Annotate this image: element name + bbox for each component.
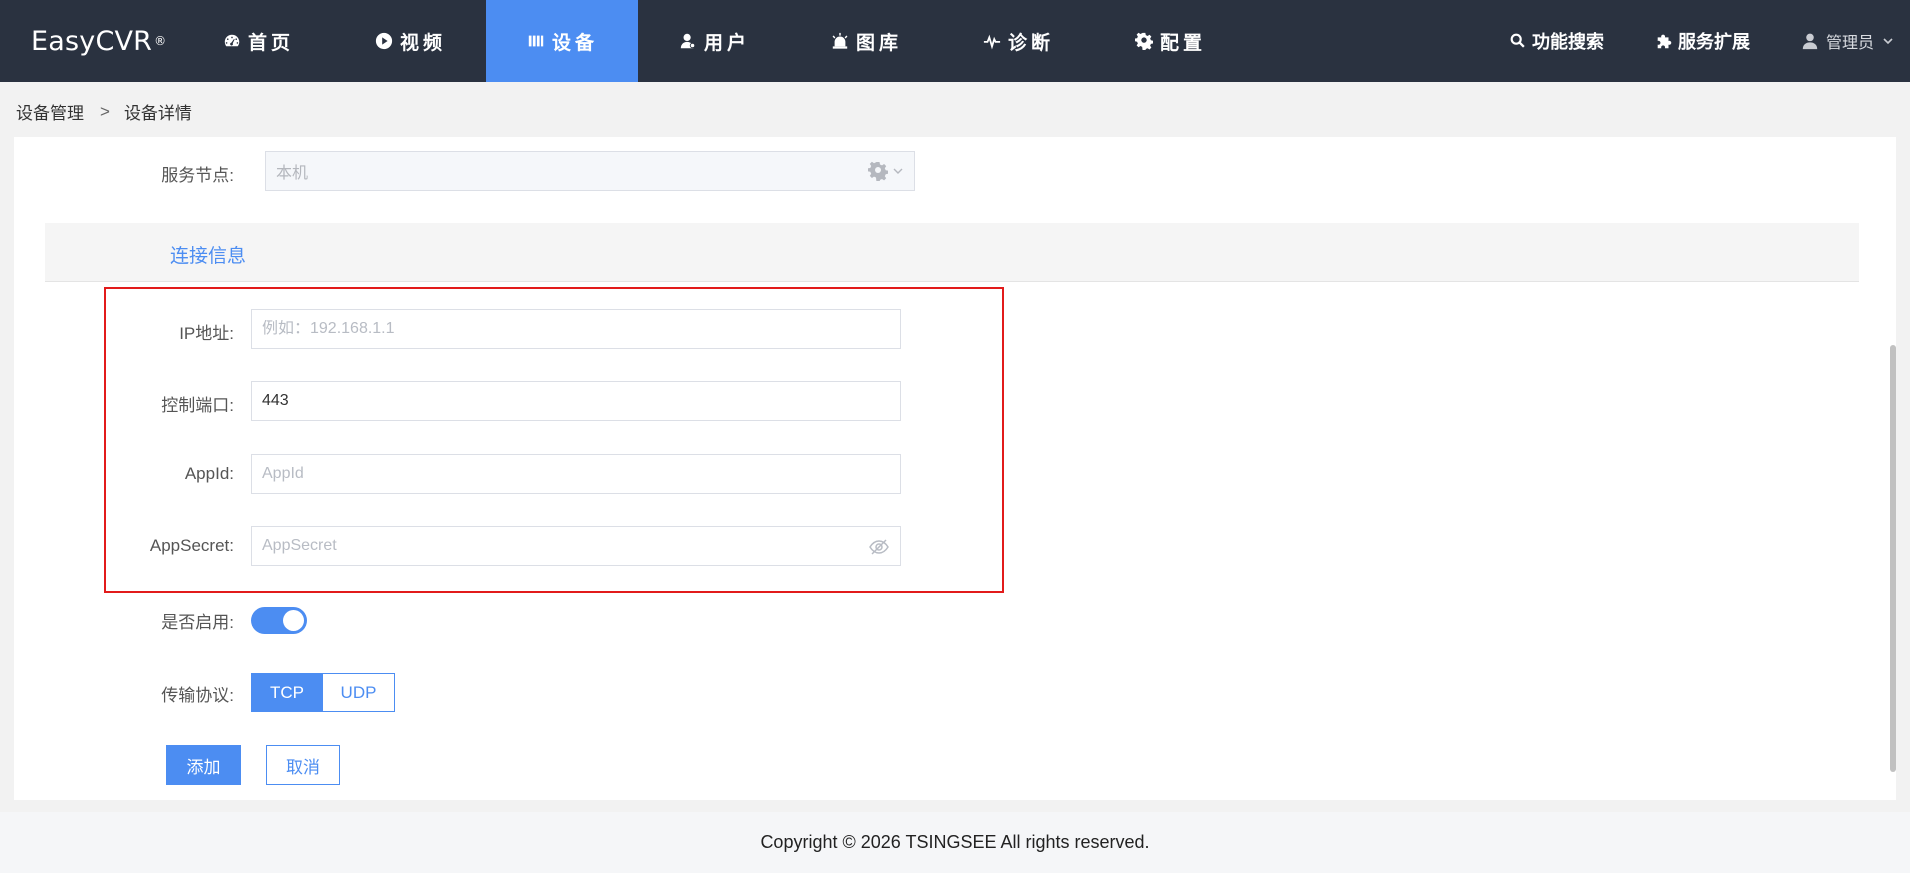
play-icon (374, 31, 394, 51)
feature-search-label: 功能搜索 (1531, 32, 1604, 52)
brand-name: EasyCVR (31, 25, 153, 57)
search-icon (1508, 31, 1528, 51)
copyright-text: Copyright © 2026 TSINGSEE All rights res… (760, 832, 1150, 852)
control-port-input[interactable] (262, 392, 890, 410)
alarm-icon (830, 31, 850, 51)
protocol-option-tcp[interactable]: TCP (251, 673, 323, 712)
main-nav: 首页 视频 设备 用户 图库 诊断 配置 (182, 0, 1246, 82)
enabled-switch[interactable] (251, 607, 307, 634)
ip-address-label: IP地址: (179, 324, 234, 343)
nav-item-label: 设备 (551, 32, 598, 54)
protocol-label: 传输协议: (161, 686, 234, 705)
puzzle-icon (1654, 31, 1674, 51)
service-node-value: 本机 (276, 165, 309, 182)
control-port-label: 控制端口: (161, 396, 234, 415)
top-nav-bar: EasyCVR ® 首页 视频 设备 用户 图库 诊断 配置 功能搜索 服务扩展… (0, 0, 1910, 82)
switch-knob (283, 610, 304, 631)
gear-icon (868, 161, 888, 181)
nav-item-home[interactable]: 首页 (182, 0, 334, 82)
control-port-field[interactable] (251, 381, 901, 421)
connection-section-header: 连接信息 (45, 223, 1859, 282)
breadcrumb-current: 设备详情 (123, 104, 192, 123)
user-avatar-icon (1800, 31, 1820, 51)
service-node-label: 服务节点: (161, 166, 234, 185)
app-id-field[interactable] (251, 454, 901, 494)
breadcrumb-separator: > (100, 101, 110, 121)
nav-item-label: 图库 (855, 32, 902, 54)
nav-item-label: 诊断 (1007, 32, 1054, 54)
nav-item-video[interactable]: 视频 (334, 0, 486, 82)
eye-off-icon[interactable] (868, 536, 890, 558)
add-button[interactable]: 添加 (166, 745, 241, 785)
cancel-button[interactable]: 取消 (266, 745, 340, 785)
protocol-radio-group: TCP UDP (251, 673, 395, 712)
nav-item-label: 视频 (399, 32, 446, 54)
pulse-icon (982, 31, 1002, 51)
service-extension-label: 服务扩展 (1677, 32, 1750, 52)
nav-item-diagnose[interactable]: 诊断 (942, 0, 1094, 82)
breadcrumb: 设备管理 > 设备详情 (16, 99, 192, 124)
user-menu[interactable]: 管理员 (1800, 29, 1894, 53)
footer: Copyright © 2026 TSINGSEE All rights res… (0, 812, 1910, 873)
app-secret-input[interactable] (262, 537, 890, 555)
user-name: 管理员 (1825, 35, 1874, 52)
chevron-down-icon (892, 165, 904, 177)
app-id-label: AppId: (184, 464, 234, 483)
device-form-panel: 服务节点: 本机 连接信息 IP地址: 控制端口: AppId: AppSecr… (14, 137, 1896, 800)
app-id-input[interactable] (262, 465, 890, 483)
nav-item-user[interactable]: 用户 (638, 0, 790, 82)
nav-item-gallery[interactable]: 图库 (790, 0, 942, 82)
nav-item-config[interactable]: 配置 (1094, 0, 1246, 82)
chevron-down-icon (1882, 35, 1894, 47)
app-secret-field[interactable] (251, 526, 901, 566)
nav-right-group: 功能搜索 服务扩展 管理员 (1508, 0, 1910, 82)
section-title: 连接信息 (170, 246, 247, 267)
brand-logo[interactable]: EasyCVR ® (0, 0, 182, 82)
nav-item-label: 首页 (247, 32, 294, 54)
ip-address-field[interactable] (251, 309, 901, 349)
nav-item-label: 用户 (703, 32, 750, 54)
brand-registered-mark: ® (154, 34, 167, 48)
device-icon (526, 31, 546, 51)
nav-item-label: 配置 (1159, 32, 1206, 54)
protocol-option-udp[interactable]: UDP (323, 673, 395, 712)
app-secret-label: AppSecret: (149, 536, 234, 555)
service-extension-button[interactable]: 服务扩展 (1654, 28, 1750, 54)
ip-address-input[interactable] (262, 320, 890, 338)
nav-item-device[interactable]: 设备 (486, 0, 638, 82)
user-icon (678, 31, 698, 51)
gear-icon (1134, 31, 1154, 51)
service-node-select: 本机 (265, 151, 915, 191)
feature-search-button[interactable]: 功能搜索 (1508, 28, 1604, 54)
breadcrumb-parent[interactable]: 设备管理 (16, 99, 84, 124)
vertical-scrollbar[interactable] (1890, 345, 1896, 772)
enabled-label: 是否启用: (161, 613, 234, 632)
dashboard-icon (222, 31, 242, 51)
